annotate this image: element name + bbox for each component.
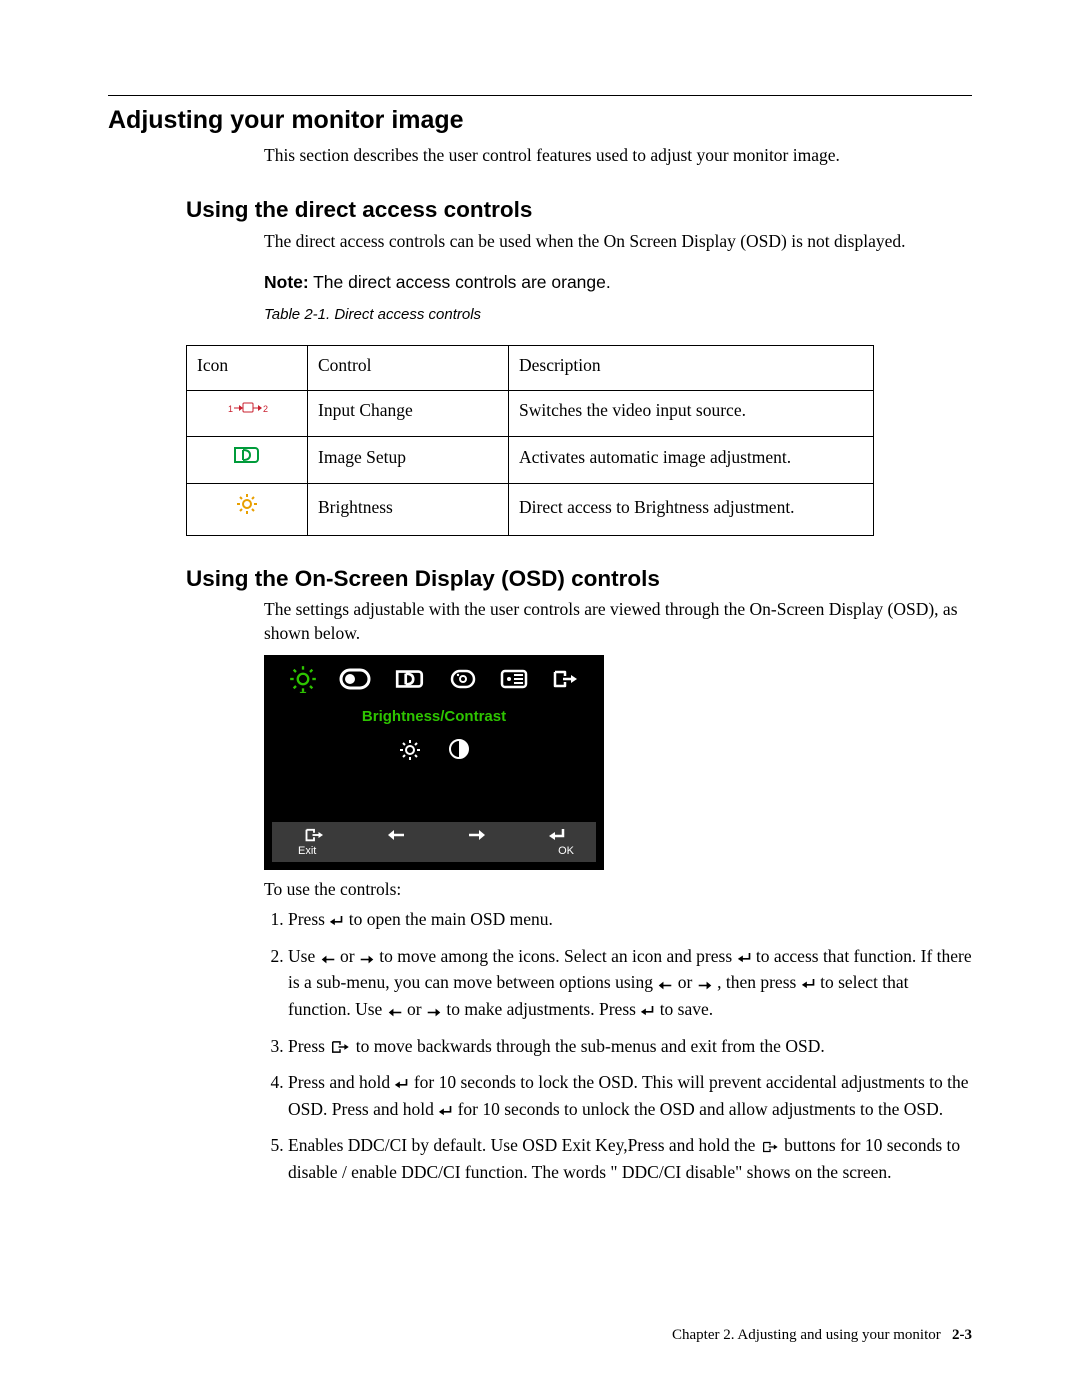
exit-icon xyxy=(760,1137,780,1161)
osd-ok-label: OK xyxy=(558,844,574,859)
heading-osd: Using the On-Screen Display (OSD) contro… xyxy=(186,564,972,594)
table-row: 1 2 Input Change Switches the video inpu… xyxy=(187,390,874,436)
osd-mid-icons xyxy=(264,738,604,762)
left-arrow-icon xyxy=(657,974,673,998)
exit-icon xyxy=(329,1038,351,1062)
table-caption: Table 2-1. Direct access controls xyxy=(264,305,972,325)
cell-desc: Activates automatic image adjustment. xyxy=(509,436,874,484)
osd-menu-title: Brightness/Contrast xyxy=(264,707,604,727)
input-change-icon: 1 2 xyxy=(187,390,308,436)
osd-options-icon xyxy=(499,667,529,691)
osd-position-icon xyxy=(338,667,372,691)
osd-imagesetup-icon xyxy=(394,667,426,691)
osd-exit-icon xyxy=(551,667,579,691)
svg-text:1: 1 xyxy=(228,404,233,414)
cell-desc: Direct access to Brightness adjustment. xyxy=(509,484,874,536)
note-text: The direct access controls are orange. xyxy=(313,272,611,292)
page: Adjusting your monitor image This sectio… xyxy=(0,0,1080,1397)
enter-icon xyxy=(394,1074,409,1098)
footer-chapter: Chapter 2. Adjusting and using your moni… xyxy=(672,1327,941,1343)
enter-icon xyxy=(329,911,344,935)
table-row: Brightness Direct access to Brightness a… xyxy=(187,484,874,536)
step-3: Press to move backwards through the sub-… xyxy=(288,1035,972,1062)
intro-osd: The settings adjustable with the user co… xyxy=(264,598,972,645)
steps-list: Press to open the main OSD menu. Use or … xyxy=(264,908,972,1185)
cell-control: Image Setup xyxy=(308,436,509,484)
note-label: Note: xyxy=(264,272,309,292)
cell-control: Brightness xyxy=(308,484,509,536)
osd-color-icon xyxy=(448,667,478,691)
cell-desc: Switches the video input source. xyxy=(509,390,874,436)
header-icon: Icon xyxy=(187,346,308,391)
step-5: Enables DDC/CI by default. Use OSD Exit … xyxy=(288,1134,972,1184)
heading-dac: Using the direct access controls xyxy=(186,195,972,225)
osd-btn-exit-icon xyxy=(303,826,325,844)
enter-icon xyxy=(640,1001,655,1025)
note: Note: The direct access controls are ora… xyxy=(264,271,972,295)
top-rule xyxy=(108,95,972,96)
osd-exit-label: Exit xyxy=(298,844,316,859)
osd-figure: Brightness/Contrast xyxy=(264,655,604,870)
step-1: Press to open the main OSD menu. xyxy=(288,908,972,935)
step-2: Use or to move among the icons. Select a… xyxy=(288,945,972,1025)
heading-main: Adjusting your monitor image xyxy=(108,104,972,138)
footer-page: 2-3 xyxy=(952,1327,972,1343)
left-arrow-icon xyxy=(320,948,336,972)
osd-bottom-bar: Exit OK xyxy=(272,822,596,863)
right-arrow-icon xyxy=(697,974,713,998)
left-arrow-icon xyxy=(387,1001,403,1025)
intro-dac: The direct access controls can be used w… xyxy=(264,230,972,254)
right-arrow-icon xyxy=(426,1001,442,1025)
to-use-controls: To use the controls: xyxy=(264,878,972,902)
osd-btn-left-icon xyxy=(386,828,406,842)
enter-icon xyxy=(737,948,752,972)
osd-btn-right-icon xyxy=(467,828,487,842)
osd-top-icons xyxy=(264,661,604,699)
page-footer: Chapter 2. Adjusting and using your moni… xyxy=(672,1325,972,1345)
intro-main: This section describes the user control … xyxy=(264,144,972,168)
right-arrow-icon xyxy=(359,948,375,972)
osd-sub-brightness-icon xyxy=(398,738,422,762)
osd-btn-ok-icon xyxy=(548,827,566,843)
table-header-row: Icon Control Description xyxy=(187,346,874,391)
image-setup-icon xyxy=(187,436,308,484)
osd-brightness-icon xyxy=(289,665,317,693)
direct-access-table: Icon Control Description 1 2 Input Chang… xyxy=(186,345,874,536)
enter-icon xyxy=(438,1101,453,1125)
table-row: Image Setup Activates automatic image ad… xyxy=(187,436,874,484)
svg-text:2: 2 xyxy=(263,404,268,414)
brightness-icon xyxy=(187,484,308,536)
osd-sub-contrast-icon xyxy=(448,738,470,762)
cell-control: Input Change xyxy=(308,390,509,436)
header-description: Description xyxy=(509,346,874,391)
step-4: Press and hold for 10 seconds to lock th… xyxy=(288,1071,972,1124)
header-control: Control xyxy=(308,346,509,391)
enter-icon xyxy=(801,974,816,998)
